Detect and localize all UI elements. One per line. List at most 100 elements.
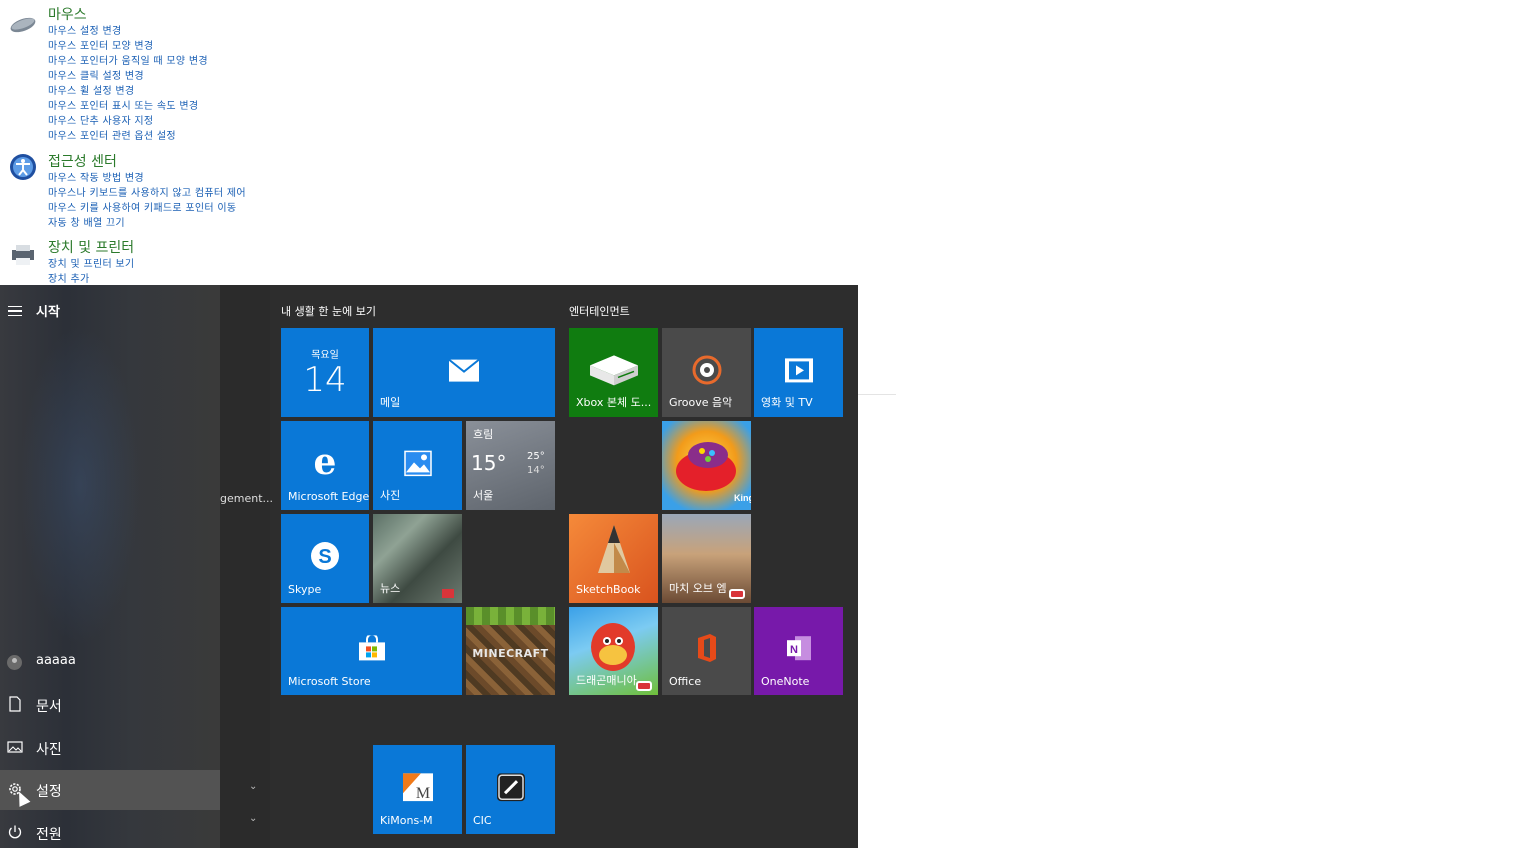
mouse-title[interactable]: 마우스	[48, 4, 87, 24]
svg-text:M: M	[415, 785, 429, 801]
devices-title[interactable]: 장치 및 프린터	[48, 237, 134, 257]
kimons-tile[interactable]: M KiMons-M	[373, 745, 462, 834]
pencil-icon	[597, 524, 630, 573]
rail-pictures[interactable]: 사진	[0, 728, 220, 768]
rail-background	[20, 325, 140, 645]
accessibility-title[interactable]: 접근성 센터	[48, 151, 117, 171]
tile-label: 뉴스	[380, 582, 401, 595]
power-icon	[8, 825, 22, 839]
mouse-link[interactable]: 마우스 클릭 설정 변경	[48, 67, 144, 82]
tile-label: Skype	[288, 583, 322, 596]
xbox-console-icon	[589, 354, 638, 385]
mouse-link[interactable]: 마우스 설정 변경	[48, 22, 121, 37]
accessibility-link[interactable]: 마우스 작동 방법 변경	[48, 169, 144, 184]
pictures-icon	[7, 741, 23, 753]
rail-settings[interactable]: 설정	[0, 770, 220, 810]
svg-text:King: King	[734, 493, 751, 503]
weather-low: 14°	[527, 465, 545, 476]
groove-music-icon	[692, 355, 721, 384]
candy-crush-tile[interactable]: King	[662, 421, 751, 510]
minecraft-grass	[466, 607, 555, 625]
devices-link[interactable]: 장치 및 프린터 보기	[48, 255, 134, 270]
groove-tile[interactable]: Groove 음악	[662, 328, 751, 417]
divider	[858, 394, 896, 395]
cic-tile[interactable]: CIC	[466, 745, 555, 834]
mouse-link[interactable]: 마우스 포인터 표시 또는 속도 변경	[48, 97, 198, 112]
photos-icon	[403, 450, 432, 476]
minecraft-tile[interactable]: MINECRAFT	[466, 607, 555, 695]
calendar-day: 목요일	[311, 350, 339, 361]
weather-high: 25°	[527, 451, 545, 462]
tile-label: CIC	[473, 814, 492, 827]
svg-text:N: N	[790, 644, 798, 656]
onenote-tile[interactable]: N OneNote	[754, 607, 843, 695]
gameloft-badge-icon	[729, 589, 745, 599]
gameloft-badge-icon	[636, 681, 652, 691]
calendar-date: 14	[303, 360, 347, 400]
skype-tile[interactable]: S Skype	[281, 514, 369, 603]
weather-tile[interactable]: 흐림 15° 25° 14° 서울	[466, 421, 555, 510]
weather-temp: 15°	[471, 451, 507, 475]
skype-icon: S	[311, 541, 339, 570]
mail-icon	[448, 358, 480, 382]
hamburger-icon[interactable]	[8, 306, 22, 316]
news-badge-icon	[442, 589, 454, 598]
news-tile[interactable]: 뉴스	[373, 514, 462, 603]
edge-tile[interactable]: e Microsoft Edge	[281, 421, 369, 510]
rail-label: 설정	[36, 784, 62, 800]
march-of-empires-tile[interactable]: 마치 오브 엠	[662, 514, 751, 603]
film-icon	[784, 357, 813, 382]
tile-label: 마치 오브 엠	[669, 582, 727, 595]
tile-group-title[interactable]: 엔터테인먼트	[569, 303, 630, 319]
svg-text:S: S	[318, 546, 331, 568]
tile-label: 메일	[380, 396, 401, 409]
app-list	[220, 285, 270, 848]
mouse-link[interactable]: 마우스 포인터가 움직일 때 모양 변경	[48, 52, 208, 67]
chevron-down-icon[interactable]: ⌄	[249, 813, 257, 824]
app-list-item[interactable]: gement...	[220, 492, 273, 505]
mail-tile[interactable]: 메일	[373, 328, 555, 417]
tile-label: Office	[669, 675, 702, 688]
accessibility-link[interactable]: 자동 창 배열 끄기	[48, 214, 125, 229]
tile-label: KiMons-M	[380, 814, 433, 827]
onenote-icon: N	[786, 636, 811, 661]
office-icon	[697, 634, 716, 662]
xbox-tile[interactable]: Xbox 본체 도...	[569, 328, 658, 417]
movies-tile[interactable]: 영화 및 TV	[754, 328, 843, 417]
accessibility-icon	[10, 154, 36, 180]
store-tile[interactable]: Microsoft Store	[281, 607, 462, 695]
sketchbook-tile[interactable]: SketchBook	[569, 514, 658, 603]
office-tile[interactable]: Office	[662, 607, 751, 695]
minecraft-logo: MINECRAFT	[472, 647, 549, 660]
kimons-icon: M	[402, 772, 433, 801]
mouse-link[interactable]: 마우스 포인터 관련 옵션 설정	[48, 127, 176, 142]
user-name: aaaaa	[36, 653, 76, 668]
user-account[interactable]: aaaaa	[0, 642, 220, 682]
tile-label: 사진	[380, 489, 401, 502]
tile-label: SketchBook	[576, 583, 641, 596]
rail-power[interactable]: 전원	[0, 813, 220, 853]
start-menu: 시작 aaaaa 문서 사진 설정 전원 gement... ⌄ ⌄ 내 생활 …	[0, 285, 858, 848]
avatar	[7, 655, 22, 670]
mouse-link[interactable]: 마우스 포인터 모양 변경	[48, 37, 153, 52]
chevron-down-icon[interactable]: ⌄	[249, 781, 257, 792]
accessibility-link[interactable]: 마우스나 키보드를 사용하지 않고 컴퓨터 제어	[48, 184, 246, 199]
tile-label: 서울	[473, 489, 494, 502]
devices-link[interactable]: 장치 추가	[48, 270, 89, 285]
store-icon	[358, 635, 385, 661]
photos-tile[interactable]: 사진	[373, 421, 462, 510]
calendar-tile[interactable]: 목요일 14	[281, 328, 369, 417]
rail-label: 전원	[36, 827, 62, 843]
mouse-icon	[10, 17, 36, 33]
tile-label: 영화 및 TV	[761, 396, 813, 409]
start-header: 시작	[36, 305, 60, 320]
mouse-link[interactable]: 마우스 휠 설정 변경	[48, 82, 134, 97]
dragon-mania-tile[interactable]: 드래곤매니아	[569, 607, 658, 695]
rail-documents[interactable]: 문서	[0, 685, 220, 725]
mouse-link[interactable]: 마우스 단추 사용자 지정	[48, 112, 153, 127]
tile-group-title[interactable]: 내 생활 한 눈에 보기	[281, 303, 376, 319]
accessibility-link[interactable]: 마우스 키를 사용하여 키패드로 포인터 이동	[48, 199, 236, 214]
cic-icon	[496, 772, 525, 801]
tile-label: 드래곤매니아	[576, 674, 637, 687]
rail-label: 문서	[36, 699, 62, 715]
